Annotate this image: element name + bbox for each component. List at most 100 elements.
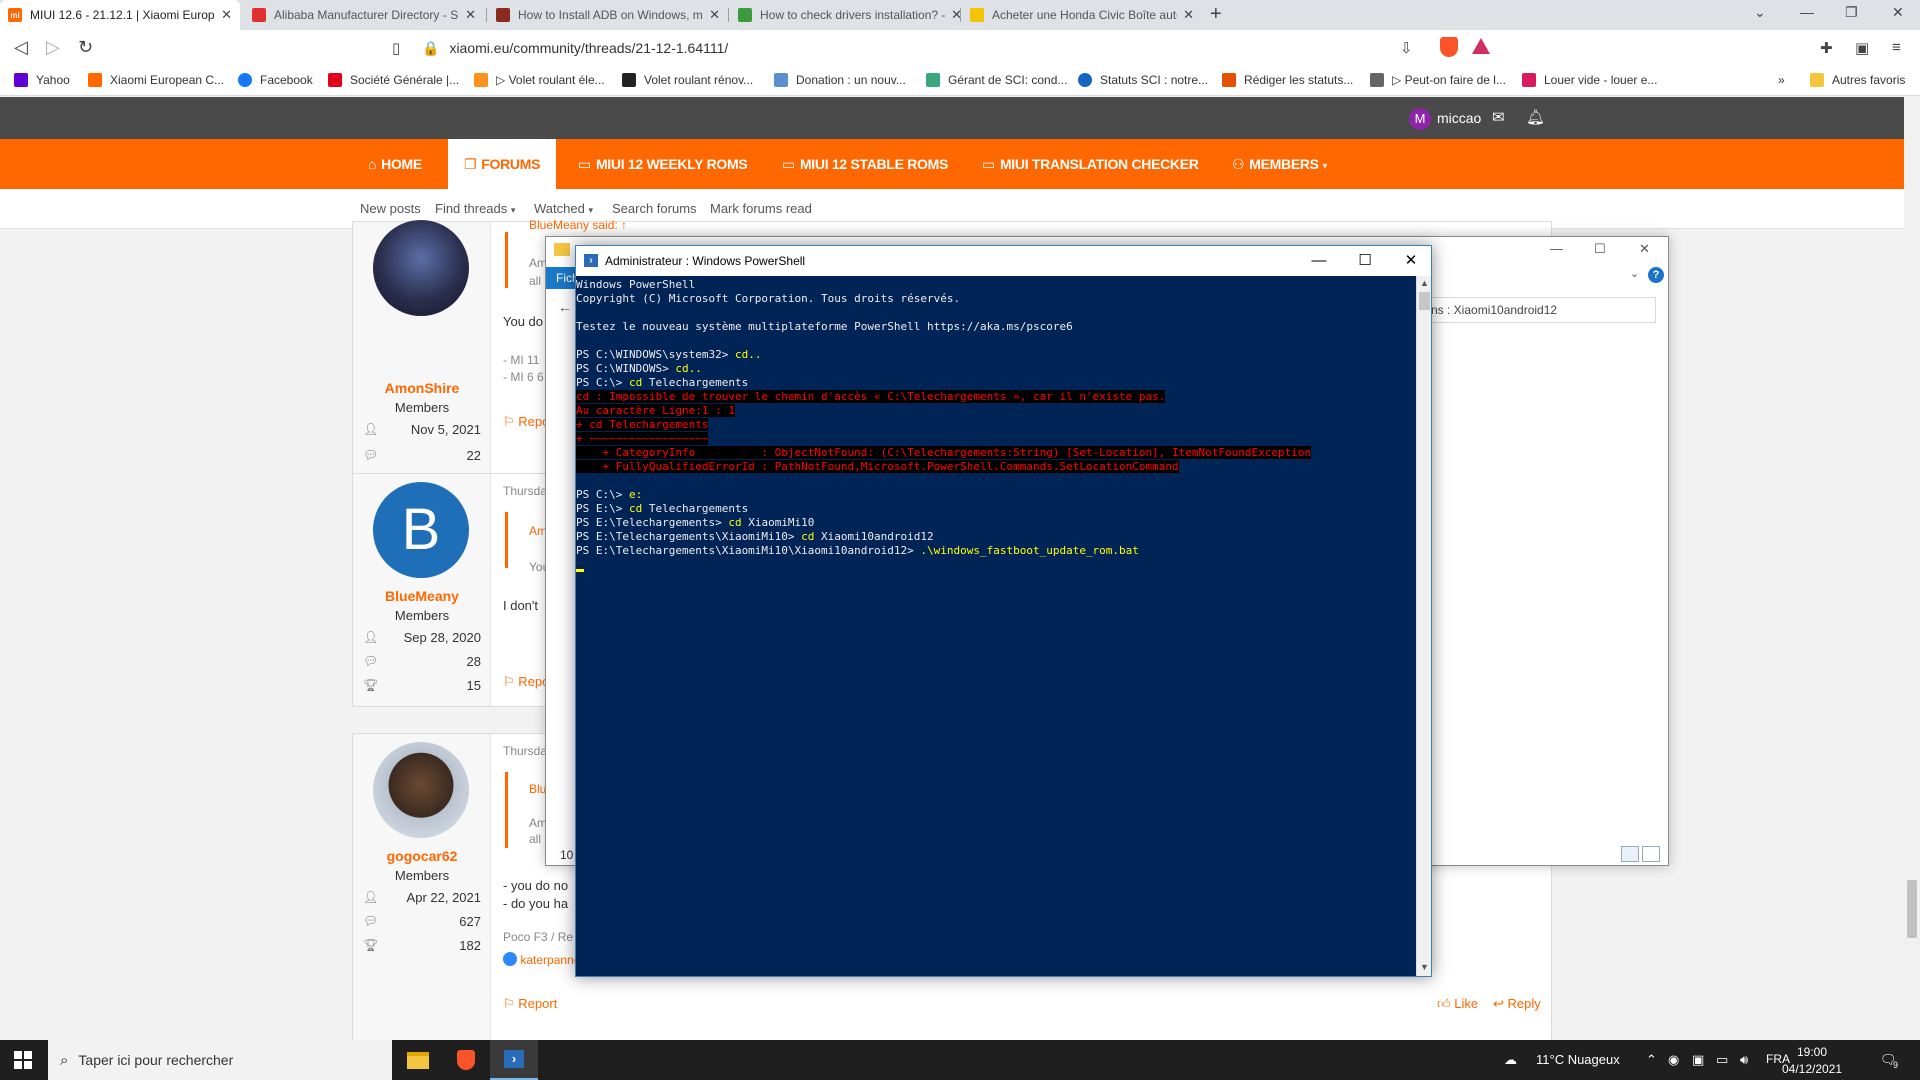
subnav-watched[interactable]: Watched ▾: [534, 201, 593, 216]
close-tab-icon[interactable]: ✕: [221, 7, 232, 23]
app-tray-icon[interactable]: ▣: [1692, 1052, 1704, 1068]
avatar[interactable]: B: [373, 482, 469, 578]
explorer-close-button[interactable]: ✕: [1639, 241, 1650, 257]
reload-icon[interactable]: ↻: [78, 37, 93, 58]
tab-adb-install[interactable]: How to Install ADB on Windows, macO ✕: [488, 0, 728, 30]
explorer-maximize-button[interactable]: ☐: [1594, 241, 1606, 257]
taskbar-file-explorer[interactable]: [394, 1040, 442, 1080]
console-scrollbar-thumb[interactable]: [1419, 292, 1430, 310]
brave-shields-icon[interactable]: [1440, 37, 1458, 57]
bookmark-societe-generale[interactable]: Société Générale |...: [328, 73, 459, 87]
extensions-icon[interactable]: ✚: [1820, 39, 1833, 57]
explorer-minimize-button[interactable]: —: [1550, 241, 1563, 256]
bookmark-rediger-statuts[interactable]: Rédiger les statuts...: [1222, 73, 1353, 87]
explorer-back-icon[interactable]: ←: [558, 299, 572, 315]
bookmark-page-icon[interactable]: ▯: [392, 39, 400, 57]
close-tab-icon[interactable]: ✕: [709, 7, 720, 23]
subnav-mark-read[interactable]: Mark forums read: [710, 201, 812, 216]
tab-xiaomi-miui[interactable]: mi MIUI 12.6 - 21.12.1 | Xiaomi Europe ✕: [0, 0, 240, 30]
weather-icon[interactable]: ☁: [1504, 1052, 1517, 1068]
post-date[interactable]: Thursda: [503, 484, 547, 498]
other-bookmarks[interactable]: Autres favoris: [1810, 73, 1905, 87]
nav-forums[interactable]: ❐ FORUMS: [448, 139, 557, 189]
tab-search-icon[interactable]: ⌄: [1754, 4, 1766, 21]
bookmark-yahoo[interactable]: Yahoo: [14, 73, 70, 87]
nav-home[interactable]: ⌂ HOME: [368, 139, 422, 189]
bookmark-peut-on[interactable]: ▷ Peut-on faire de l...: [1370, 73, 1506, 87]
avatar[interactable]: [373, 742, 469, 838]
wallet-icon[interactable]: ▣: [1855, 39, 1869, 57]
tab-drivers-check[interactable]: How to check drivers installation? - He …: [730, 0, 970, 30]
bookmark-donation[interactable]: Donation : un nouv...: [774, 73, 906, 87]
minimize-button[interactable]: —: [1800, 4, 1814, 20]
page-scrollbar[interactable]: [1904, 97, 1920, 1040]
brave-rewards-icon[interactable]: [1472, 38, 1490, 54]
ps-close-button[interactable]: ✕: [1388, 250, 1434, 272]
reply-button[interactable]: ↩ Reply: [1493, 996, 1541, 1012]
bookmark-louer-vide[interactable]: Louer vide - louer e...: [1522, 73, 1657, 87]
nav-translation-checker[interactable]: ▭ MIUI TRANSLATION CHECKER: [982, 139, 1199, 189]
post-username[interactable]: BlueMeany: [353, 588, 491, 604]
ps-maximize-button[interactable]: ☐: [1342, 250, 1388, 272]
powershell-window[interactable]: › Administrateur : Windows PowerShell — …: [575, 245, 1432, 977]
taskbar-powershell[interactable]: ›: [490, 1040, 538, 1080]
webcam-icon[interactable]: ◉: [1668, 1052, 1679, 1068]
nav-weekly-roms[interactable]: ▭ MIUI 12 WEEKLY ROMS: [578, 139, 748, 189]
like-button[interactable]: 👍︎ Like: [1437, 996, 1478, 1012]
tab-honda-civic[interactable]: Acheter une Honda Civic Boîte autom ✕: [962, 0, 1202, 30]
report-link[interactable]: ⚐ Report: [503, 996, 557, 1012]
nav-members[interactable]: ⚇ MEMBERS ▾: [1232, 139, 1327, 189]
scroll-up-icon[interactable]: ▲: [1417, 278, 1432, 288]
clock-date[interactable]: 04/12/2021: [1772, 1062, 1852, 1076]
post-date[interactable]: Thursda: [503, 744, 547, 758]
report-link[interactable]: ⚐ Repo: [503, 674, 549, 690]
subnav-find-threads[interactable]: Find threads ▾: [435, 201, 515, 216]
weather-text[interactable]: 11°C Nuageux: [1536, 1052, 1620, 1067]
bookmark-statuts-sci[interactable]: Statuts SCI : notre...: [1078, 73, 1208, 87]
large-icons-view-icon[interactable]: [1642, 846, 1660, 862]
report-link[interactable]: ⚐ Repo: [503, 414, 549, 430]
ribbon-expand-icon[interactable]: ⌄: [1630, 267, 1639, 280]
nav-stable-roms[interactable]: ▭ MIUI 12 STABLE ROMS: [782, 139, 948, 189]
install-app-icon[interactable]: ⇩: [1400, 39, 1413, 57]
console-scrollbar[interactable]: ▲ ▼: [1416, 276, 1431, 976]
inbox-icon[interactable]: ✉: [1492, 108, 1505, 126]
network-icon[interactable]: ▭: [1716, 1052, 1728, 1068]
volume-icon[interactable]: 🔊︎: [1740, 1052, 1748, 1068]
subnav-search-forums[interactable]: Search forums: [612, 201, 697, 216]
new-tab-button[interactable]: +: [1210, 3, 1222, 26]
taskbar-brave[interactable]: [442, 1040, 490, 1080]
quote-header[interactable]: BlueMeany said: ↑: [529, 218, 627, 232]
bookmark-facebook[interactable]: Facebook: [238, 73, 313, 87]
close-browser-button[interactable]: ✕: [1892, 4, 1904, 21]
subnav-new-posts[interactable]: New posts: [360, 201, 421, 216]
details-view-icon[interactable]: [1621, 846, 1639, 862]
bookmark-volet-renovation[interactable]: Volet roulant rénov...: [622, 73, 753, 87]
restore-button[interactable]: ❐: [1845, 4, 1858, 21]
user-name[interactable]: miccao: [1437, 110, 1481, 126]
url-text[interactable]: xiaomi.eu/community/threads/21-12-1.6411…: [449, 40, 728, 56]
powershell-console[interactable]: Windows PowerShell Copyright (C) Microsof…: [576, 276, 1416, 976]
tray-overflow-icon[interactable]: ⌃: [1646, 1052, 1657, 1068]
powershell-title-bar[interactable]: › Administrateur : Windows PowerShell — …: [576, 246, 1431, 276]
post-username[interactable]: gogocar62: [353, 848, 491, 864]
post-username[interactable]: AmonShire: [353, 380, 491, 396]
bookmark-xiaomi[interactable]: Xiaomi European C...: [88, 73, 224, 87]
scroll-down-icon[interactable]: ▼: [1417, 962, 1432, 972]
close-tab-icon[interactable]: ✕: [1183, 7, 1194, 23]
close-tab-icon[interactable]: ✕: [465, 7, 476, 23]
windows-start-icon[interactable]: [14, 1051, 32, 1069]
tab-alibaba[interactable]: Alibaba Manufacturer Directory - Supp ✕: [244, 0, 484, 30]
forward-icon[interactable]: ▷: [46, 37, 60, 58]
explorer-search-box[interactable]: ns : Xiaomi10android12: [1426, 297, 1656, 323]
bell-icon[interactable]: 🔔︎: [1526, 108, 1545, 126]
clock-time[interactable]: 19:00: [1772, 1045, 1852, 1059]
ps-minimize-button[interactable]: —: [1296, 250, 1342, 272]
user-avatar[interactable]: M: [1409, 108, 1431, 130]
help-icon[interactable]: ?: [1648, 267, 1664, 283]
address-bar[interactable]: 🔒 xiaomi.eu/community/threads/21-12-1.64…: [422, 34, 1472, 62]
back-icon[interactable]: ◁: [14, 37, 28, 58]
bookmark-volet-electrique[interactable]: ▷ Volet roulant éle...: [474, 73, 605, 87]
avatar[interactable]: [373, 220, 469, 316]
page-scrollbar-thumb[interactable]: [1907, 880, 1917, 938]
